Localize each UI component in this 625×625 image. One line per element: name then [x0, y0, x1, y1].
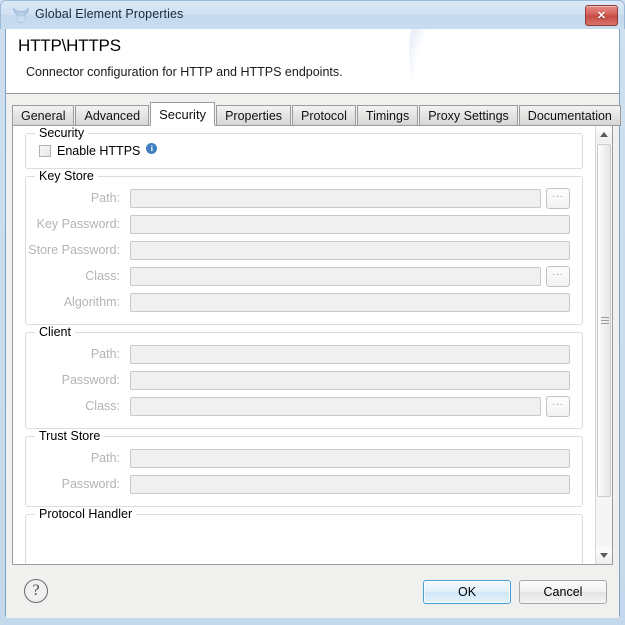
tab-label: Protocol	[301, 109, 347, 123]
trust-store-group-title: Trust Store	[35, 429, 104, 443]
trust-store-path-row: Path:	[26, 445, 582, 471]
ellipsis-icon: ...	[552, 193, 563, 197]
chevron-down-icon	[600, 553, 608, 558]
key-store-algorithm-label: Algorithm:	[26, 295, 130, 309]
protocol-handler-group: Protocol Handler	[25, 514, 583, 564]
title-bar[interactable]: Global Element Properties ✕	[0, 0, 625, 29]
security-form: Security Enable HTTPS i Key Store Path:	[13, 133, 595, 564]
trust-store-path-input[interactable]	[130, 449, 570, 468]
key-store-algorithm-row: Algorithm:	[26, 289, 582, 315]
dialog-header: HTTP\HTTPS Connector configuration for H…	[6, 29, 619, 94]
enable-https-label: Enable HTTPS	[57, 144, 140, 158]
dialog-window: Global Element Properties ✕ HTTP\HTTPS C…	[0, 0, 625, 625]
tab-documentation[interactable]: Documentation	[519, 105, 621, 126]
header-decoration-inner	[469, 29, 619, 94]
close-button[interactable]: ✕	[585, 5, 618, 26]
key-store-store-password-label: Store Password:	[26, 243, 130, 257]
tab-general[interactable]: General	[12, 105, 74, 126]
enable-https-row: Enable HTTPS i	[26, 134, 582, 168]
tab-timings[interactable]: Timings	[357, 105, 418, 126]
dialog-button-bar: ? OK Cancel	[6, 567, 619, 618]
client-class-label: Class:	[26, 399, 130, 413]
key-store-store-password-input[interactable]	[130, 241, 570, 260]
key-store-path-label: Path:	[26, 191, 130, 205]
key-store-path-row: Path: ...	[26, 185, 582, 211]
key-store-class-row: Class: ...	[26, 263, 582, 289]
key-store-store-password-row: Store Password:	[26, 237, 582, 263]
ok-button-label: OK	[458, 585, 476, 599]
trust-store-password-input[interactable]	[130, 475, 570, 494]
question-mark-icon: ?	[32, 582, 39, 600]
ellipsis-icon: ...	[552, 401, 563, 405]
client-path-row: Path:	[26, 341, 582, 367]
key-store-class-label: Class:	[26, 269, 130, 283]
tab-label: Properties	[225, 109, 282, 123]
scroll-viewport: Security Enable HTTPS i Key Store Path:	[13, 126, 595, 564]
tab-advanced[interactable]: Advanced	[75, 105, 149, 126]
key-store-key-password-row: Key Password:	[26, 211, 582, 237]
tab-label: Timings	[366, 109, 409, 123]
key-store-path-input[interactable]	[130, 189, 541, 208]
window-title: Global Element Properties	[35, 7, 183, 21]
tab-security[interactable]: Security	[150, 102, 215, 126]
key-store-class-input[interactable]	[130, 267, 541, 286]
scroll-down-button[interactable]	[596, 547, 612, 564]
ok-button[interactable]: OK	[423, 580, 511, 604]
client-password-row: Password:	[26, 367, 582, 393]
key-store-group: Key Store Path: ... Key Password: S	[25, 176, 583, 325]
client-group-title: Client	[35, 325, 75, 339]
key-store-path-browse-button[interactable]: ...	[546, 188, 570, 209]
key-store-group-title: Key Store	[35, 169, 98, 183]
client-path-label: Path:	[26, 347, 130, 361]
tab-properties[interactable]: Properties	[216, 105, 291, 126]
client-path-input[interactable]	[130, 345, 570, 364]
client-class-input[interactable]	[130, 397, 541, 416]
trust-store-path-label: Path:	[26, 451, 130, 465]
tab-label: Proxy Settings	[428, 109, 509, 123]
trust-store-fields: Path: Password:	[26, 437, 582, 506]
client-password-label: Password:	[26, 373, 130, 387]
vertical-scrollbar[interactable]	[595, 126, 612, 564]
cancel-button-label: Cancel	[544, 585, 583, 599]
client-password-input[interactable]	[130, 371, 570, 390]
trust-store-group: Trust Store Path: Password:	[25, 436, 583, 507]
help-button[interactable]: ?	[24, 579, 48, 603]
security-group: Security Enable HTTPS i	[25, 133, 583, 169]
info-icon[interactable]: i	[146, 143, 157, 154]
key-store-key-password-label: Key Password:	[26, 217, 130, 231]
scrollbar-grip-icon	[601, 317, 609, 325]
chevron-up-icon	[600, 132, 608, 137]
ellipsis-icon: ...	[552, 271, 563, 275]
tab-label: Advanced	[84, 109, 140, 123]
trust-store-password-label: Password:	[26, 477, 130, 491]
tab-label: Security	[159, 107, 206, 122]
client-fields: Path: Password: Class: ...	[26, 333, 582, 428]
tab-bar: General Advanced Security Properties Pro…	[12, 103, 622, 126]
security-tab-panel: Security Enable HTTPS i Key Store Path:	[12, 125, 613, 565]
key-store-fields: Path: ... Key Password: Store Password:	[26, 177, 582, 324]
key-store-class-browse-button[interactable]: ...	[546, 266, 570, 287]
close-icon: ✕	[597, 9, 606, 22]
security-group-title: Security	[35, 126, 88, 140]
client-group: Client Path: Password: Class:	[25, 332, 583, 429]
client-class-row: Class: ...	[26, 393, 582, 419]
page-title: HTTP\HTTPS	[18, 36, 121, 56]
tab-label: Documentation	[528, 109, 612, 123]
key-store-algorithm-input[interactable]	[130, 293, 570, 312]
tab-protocol[interactable]: Protocol	[292, 105, 356, 126]
enable-https-checkbox[interactable]	[39, 145, 51, 157]
client-class-browse-button[interactable]: ...	[546, 396, 570, 417]
scrollbar-thumb[interactable]	[597, 144, 611, 497]
trust-store-password-row: Password:	[26, 471, 582, 497]
key-store-key-password-input[interactable]	[130, 215, 570, 234]
tab-label: General	[21, 109, 65, 123]
cancel-button[interactable]: Cancel	[519, 580, 607, 604]
mule-helmet-icon	[12, 7, 30, 24]
scroll-up-button[interactable]	[596, 126, 612, 143]
protocol-handler-group-title: Protocol Handler	[35, 507, 136, 521]
tab-proxy-settings[interactable]: Proxy Settings	[419, 105, 518, 126]
page-description: Connector configuration for HTTP and HTT…	[26, 65, 343, 79]
